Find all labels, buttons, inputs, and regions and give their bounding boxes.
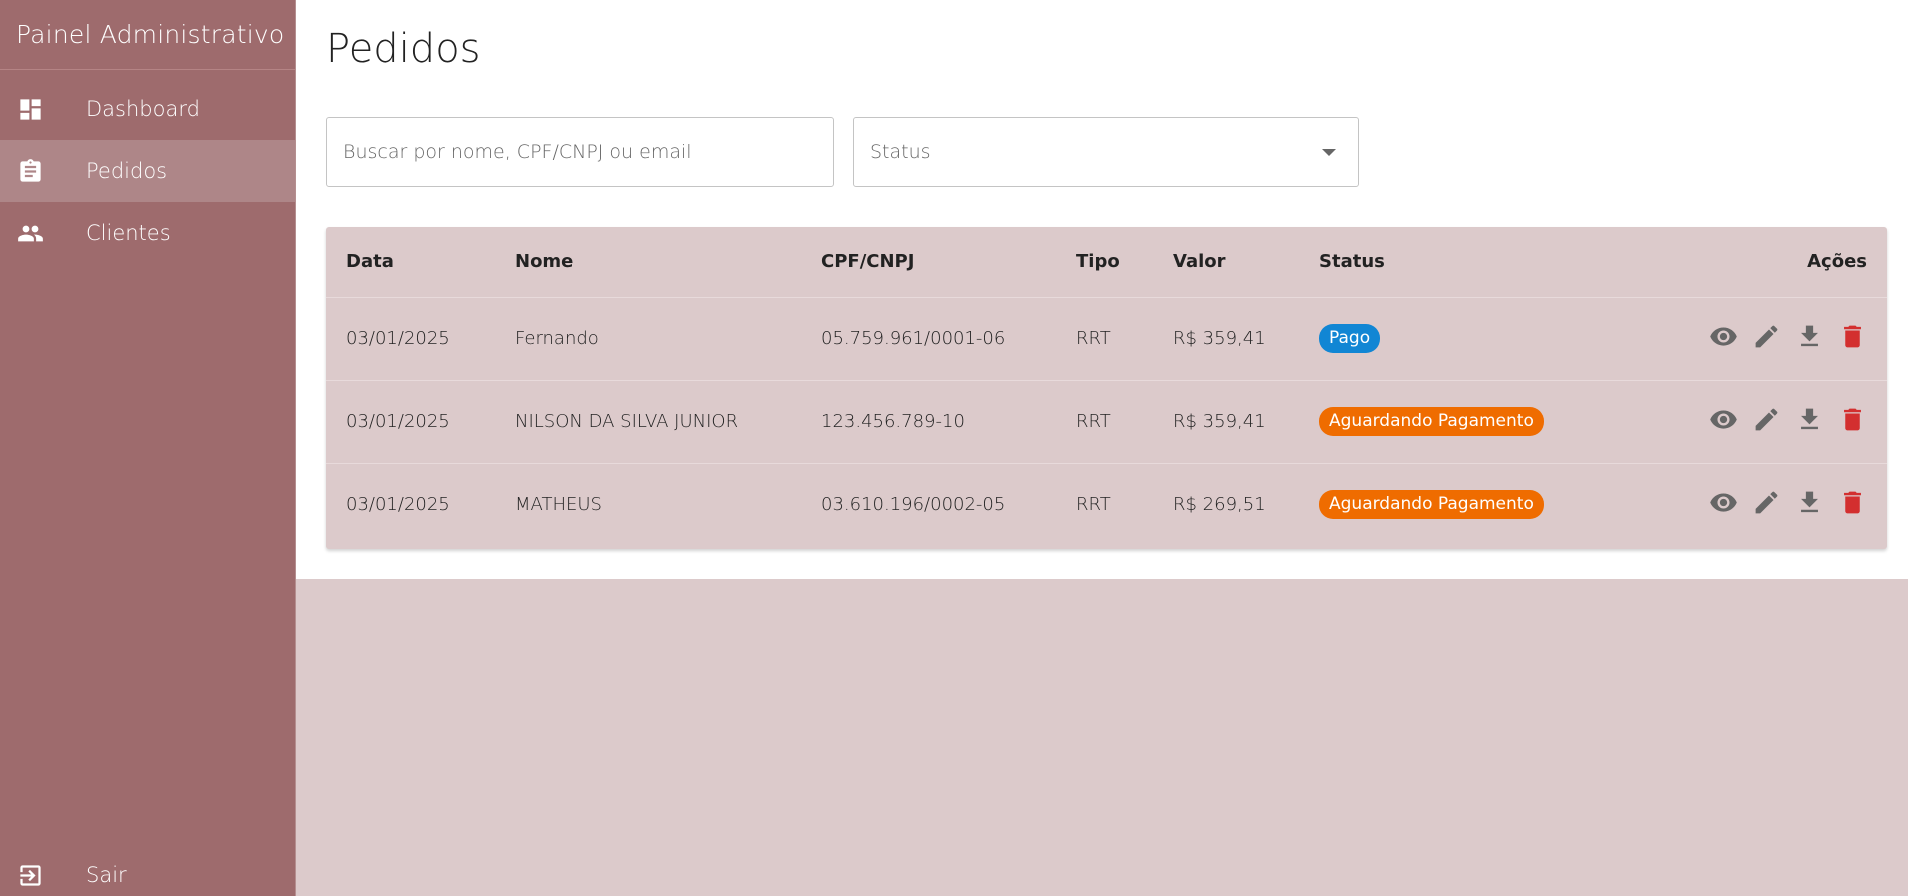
view-button[interactable] <box>1709 405 1738 434</box>
delete-button[interactable] <box>1838 488 1867 517</box>
table-header-row: Data Nome CPF/CNPJ Tipo Valor Status Açõ… <box>326 227 1887 297</box>
dashboard-icon <box>0 96 86 123</box>
main-content: Pedidos Status Data Nome CPF/CNPJ Tipo V… <box>296 0 1908 579</box>
trash-icon <box>1844 408 1861 430</box>
eye-icon <box>1710 326 1737 346</box>
table-row[interactable]: 03/01/2025 Fernando 05.759.961/0001-06 R… <box>326 297 1887 380</box>
search-field <box>326 117 834 187</box>
column-header-actions: Ações <box>1807 251 1867 273</box>
eye-icon <box>1710 493 1737 512</box>
status-badge: Aguardando Pagamento <box>1319 490 1544 520</box>
cell-name: Fernando <box>515 328 599 349</box>
cell-status: Aguardando Pagamento <box>1299 380 1635 463</box>
cell-name: NILSON DA SILVA JUNIOR <box>515 411 739 432</box>
column-header-type[interactable]: Tipo <box>1056 227 1153 297</box>
download-icon <box>1801 408 1818 429</box>
sidebar-nav: Dashboard Pedidos Clientes <box>0 78 295 264</box>
pencil-icon <box>1755 408 1778 430</box>
page-title: Pedidos <box>326 26 481 72</box>
sidebar-item-label: Dashboard <box>86 97 200 121</box>
status-select-label: Status <box>870 141 931 163</box>
column-header-status[interactable]: Status <box>1299 227 1635 297</box>
logout-button[interactable]: Sair <box>0 844 295 896</box>
edit-button[interactable] <box>1752 322 1781 351</box>
download-icon <box>1801 491 1818 512</box>
status-select[interactable]: Status <box>853 117 1359 187</box>
view-button[interactable] <box>1709 488 1738 517</box>
cell-date: 03/01/2025 <box>346 494 450 516</box>
clipboard-icon <box>0 158 86 185</box>
sidebar-item-pedidos[interactable]: Pedidos <box>0 140 295 202</box>
search-input[interactable] <box>327 118 833 186</box>
view-button[interactable] <box>1709 322 1738 351</box>
column-header-name[interactable]: Nome <box>495 227 801 297</box>
column-header-doc[interactable]: CPF/CNPJ <box>801 227 1056 297</box>
cell-name: MATHEUS <box>515 494 602 516</box>
eye-icon <box>1710 409 1737 429</box>
table-row[interactable]: 03/01/2025 NILSON DA SILVA JUNIOR 123.45… <box>326 380 1887 463</box>
cell-doc: 05.759.961/0001-06 <box>821 328 1006 349</box>
cell-doc: 03.610.196/0002-05 <box>821 494 1006 516</box>
trash-icon <box>1844 325 1861 347</box>
chevron-down-icon <box>1322 148 1336 156</box>
sidebar-item-label: Pedidos <box>86 159 168 183</box>
status-badge: Aguardando Pagamento <box>1319 407 1544 436</box>
pencil-icon <box>1755 491 1778 514</box>
column-header-date[interactable]: Data <box>326 227 495 297</box>
cell-actions <box>1635 297 1887 380</box>
delete-button[interactable] <box>1838 405 1867 434</box>
cell-value: R$ 269,51 <box>1173 494 1266 516</box>
table-row[interactable]: 03/01/2025 MATHEUS 03.610.196/0002-05 RR… <box>326 463 1887 546</box>
cell-status: Aguardando Pagamento <box>1299 463 1635 546</box>
cell-type: RRT <box>1076 328 1111 349</box>
edit-button[interactable] <box>1752 405 1781 434</box>
download-button[interactable] <box>1795 322 1824 351</box>
sidebar-item-clientes[interactable]: Clientes <box>0 202 295 264</box>
download-button[interactable] <box>1795 488 1824 517</box>
people-icon <box>0 220 86 247</box>
cell-actions <box>1635 463 1887 546</box>
cell-value: R$ 359,41 <box>1173 411 1266 432</box>
logout-icon <box>0 862 86 889</box>
cell-type: RRT <box>1076 411 1111 432</box>
edit-button[interactable] <box>1752 488 1781 517</box>
cell-date: 03/01/2025 <box>346 328 450 349</box>
logout-label: Sair <box>86 863 127 887</box>
orders-table: Data Nome CPF/CNPJ Tipo Valor Status Açõ… <box>326 227 1887 549</box>
cell-actions <box>1635 380 1887 463</box>
sidebar-item-label: Clientes <box>86 221 171 245</box>
cell-doc: 123.456.789-10 <box>821 411 965 432</box>
cell-status: Pago <box>1299 297 1635 380</box>
sidebar: Painel Administrativo Dashboard Pedidos … <box>0 0 296 896</box>
trash-icon <box>1844 491 1861 514</box>
app-title: Painel Administrativo <box>0 0 295 70</box>
download-button[interactable] <box>1795 405 1824 434</box>
status-badge: Pago <box>1319 324 1381 353</box>
cell-date: 03/01/2025 <box>346 411 450 432</box>
cell-value: R$ 359,41 <box>1173 328 1266 349</box>
sidebar-item-dashboard[interactable]: Dashboard <box>0 78 295 140</box>
delete-button[interactable] <box>1838 322 1867 351</box>
cell-type: RRT <box>1076 494 1111 516</box>
download-icon <box>1801 325 1818 346</box>
pencil-icon <box>1755 325 1778 347</box>
column-header-value[interactable]: Valor <box>1153 227 1299 297</box>
